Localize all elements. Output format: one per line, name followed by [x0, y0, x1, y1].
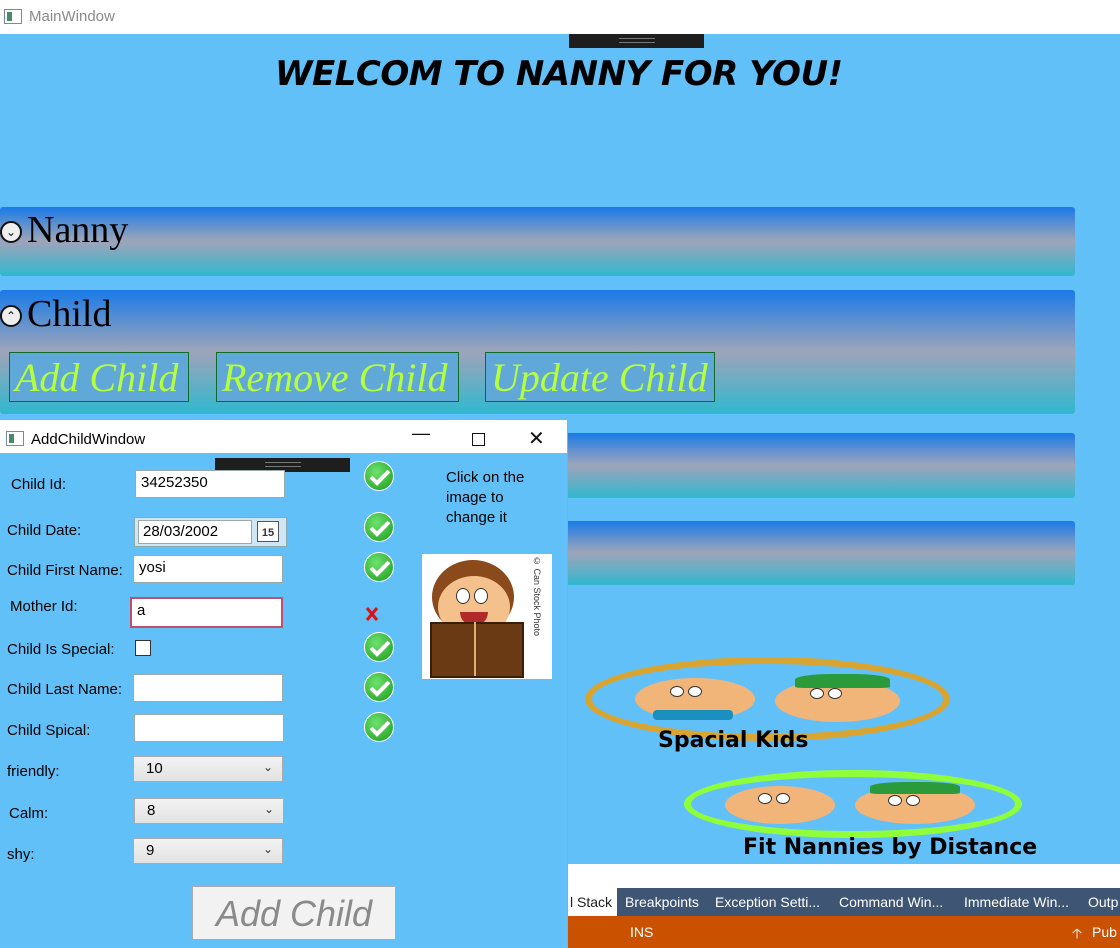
child-date-input[interactable]: 28/03/2002 [138, 520, 252, 544]
check-icon [364, 712, 394, 742]
remove-child-button[interactable]: Remove Child [216, 352, 459, 402]
vs-panel-strip [567, 864, 1120, 888]
chevron-down-icon: ⌄ [262, 760, 273, 774]
chevron-up-icon[interactable]: ⌃ [0, 305, 22, 327]
welcome-heading: WELCOM TO NANNY FOR YOU! [275, 54, 843, 94]
submit-add-child-button[interactable]: Add Child [192, 886, 396, 940]
calm-select[interactable]: 8 ⌄ [134, 798, 284, 824]
child-expander-label[interactable]: Child [27, 292, 111, 336]
shy-label: shy: [7, 846, 35, 863]
shy-value: 9 [146, 842, 155, 859]
kids-image-2[interactable] [720, 780, 1000, 828]
vs-tool-tabs: l Stack Breakpoints Exception Setti... C… [567, 888, 1120, 916]
image-hint-text: Click on the image to change it [446, 469, 525, 526]
check-icon [364, 512, 394, 542]
check-icon [364, 632, 394, 662]
chevron-down-icon: ⌄ [263, 802, 274, 816]
fit-nannies-label: Fit Nannies by Distance [743, 835, 1038, 860]
error-x-icon [364, 606, 380, 622]
drag-grip[interactable] [569, 34, 704, 48]
chevron-down-icon: ⌄ [262, 842, 273, 856]
check-icon [364, 672, 394, 702]
mother-id-label: Mother Id: [10, 598, 78, 615]
first-name-input[interactable]: yosi [133, 555, 283, 583]
main-window-titlebar: MainWindow [0, 0, 1120, 34]
tab-output[interactable]: Outp [1088, 894, 1118, 910]
check-icon [364, 552, 394, 582]
mother-id-input[interactable]: a [130, 597, 283, 628]
child-image[interactable]: © Can Stock Photo [422, 554, 552, 679]
kids-image[interactable] [625, 674, 925, 722]
tab-call-stack[interactable]: l Stack [570, 894, 612, 910]
maximize-icon[interactable] [472, 433, 485, 446]
last-name-input[interactable] [133, 674, 283, 702]
tab-immediate-window[interactable]: Immediate Win... [964, 894, 1069, 910]
child-date-label: Child Date: [7, 522, 82, 539]
last-name-label: Child Last Name: [7, 681, 123, 698]
tab-command-window[interactable]: Command Win... [839, 894, 943, 910]
add-child-button[interactable]: Add Child [9, 352, 189, 402]
image-watermark: © Can Stock Photo [532, 556, 542, 637]
child-window-title: AddChildWindow [31, 431, 146, 448]
is-special-label: Child Is Special: [7, 641, 115, 658]
spical-input[interactable] [134, 714, 284, 742]
tab-exception-settings[interactable]: Exception Setti... [715, 894, 820, 910]
main-window-title: MainWindow [29, 8, 115, 25]
is-special-checkbox[interactable] [135, 640, 151, 656]
spacial-kids-label: Spacial Kids [658, 728, 809, 753]
window-app-icon [4, 9, 22, 24]
update-child-button[interactable]: Update Child [485, 352, 715, 402]
shy-select[interactable]: 9 ⌄ [133, 838, 283, 864]
friendly-value: 10 [146, 760, 163, 777]
tab-breakpoints[interactable]: Breakpoints [625, 894, 699, 910]
calendar-icon[interactable]: 15 [257, 521, 279, 542]
friendly-label: friendly: [7, 763, 60, 780]
publish-arrow-icon[interactable]: 🡡 [1072, 923, 1082, 947]
calm-label: Calm: [9, 805, 49, 822]
child-id-input[interactable]: 34252350 [135, 470, 285, 498]
check-icon [364, 461, 394, 491]
minimize-icon[interactable]: — [412, 423, 430, 444]
close-icon[interactable]: ✕ [528, 426, 545, 451]
calm-value: 8 [147, 802, 156, 819]
child-date-picker[interactable]: 28/03/2002 15 [134, 517, 287, 547]
first-name-label: Child First Name: [7, 562, 123, 579]
child-id-label: Child Id: [11, 476, 67, 493]
window-app-icon [6, 431, 24, 446]
nanny-expander-label[interactable]: Nanny [27, 208, 128, 252]
chevron-down-icon[interactable]: ⌄ [0, 221, 22, 243]
spical-label: Child Spical: [7, 722, 91, 739]
child-window-titlebar: AddChildWindow — ✕ [0, 420, 567, 453]
vs-status-bar: INS 🡡 Pub [567, 916, 1120, 948]
status-publish[interactable]: Pub [1092, 924, 1117, 940]
status-insert-mode: INS [630, 924, 654, 940]
nanny-expander [0, 207, 1075, 276]
add-child-window: AddChildWindow — ✕ Child Id: 34252350 Ch… [0, 420, 568, 948]
friendly-select[interactable]: 10 ⌄ [133, 756, 283, 782]
